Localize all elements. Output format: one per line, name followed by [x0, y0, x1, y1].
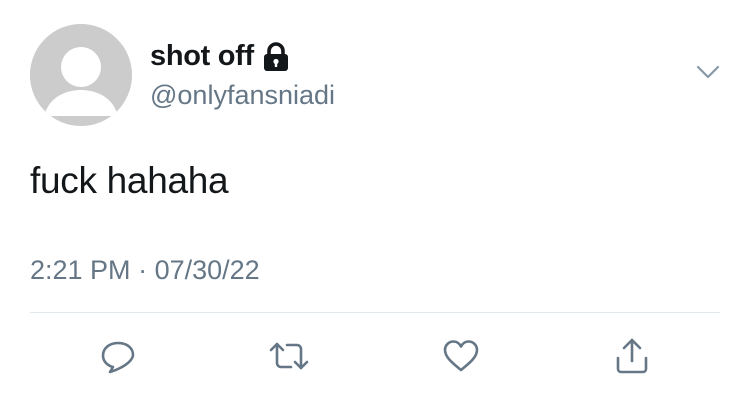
user-name-row: shot off	[150, 40, 290, 73]
meta-separator: ·	[138, 255, 148, 285]
tweet-text: fuck hahaha	[30, 160, 229, 201]
reply-button[interactable]	[96, 334, 140, 378]
like-button[interactable]	[439, 334, 483, 378]
tweet-date: 07/30/22	[154, 255, 260, 285]
tweet-time: 2:21 PM	[30, 255, 131, 285]
lock-icon	[262, 41, 290, 72]
retweet-button[interactable]	[267, 334, 311, 378]
tweet-actions	[0, 330, 750, 380]
display-name[interactable]: shot off	[150, 40, 254, 73]
user-handle[interactable]: @onlyfansniadi	[150, 80, 335, 111]
share-button[interactable]	[610, 334, 654, 378]
avatar[interactable]	[30, 24, 132, 126]
reply-icon	[101, 341, 135, 374]
heart-icon	[443, 340, 479, 372]
tweet-timestamp[interactable]: 2:21 PM · 07/30/22	[30, 255, 260, 286]
divider	[30, 312, 720, 313]
chevron-down-icon[interactable]	[694, 62, 722, 82]
retweet-icon	[269, 342, 309, 370]
default-avatar-icon	[30, 24, 132, 126]
share-icon	[616, 338, 648, 374]
tweet: shot off @onlyfansniadi fuck hahaha 2:21…	[0, 0, 750, 401]
